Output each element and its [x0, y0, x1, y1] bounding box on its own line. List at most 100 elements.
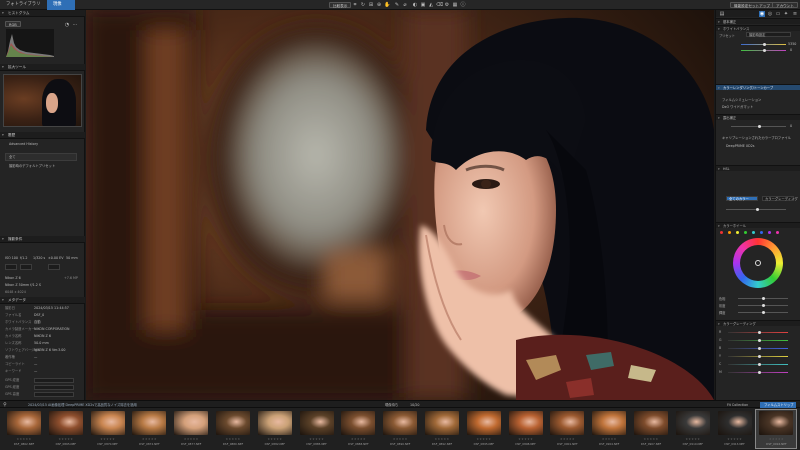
thumb-rating[interactable]: ★★★★★ [589, 437, 629, 441]
color-wheel[interactable] [733, 238, 783, 288]
history-item-all[interactable]: 全て [5, 153, 77, 161]
filmstrip-thumb[interactable]: ★★★★★ DSF_0901.NEF [547, 410, 587, 448]
hsl-mode-button[interactable]: 全てのカラー [726, 196, 758, 201]
temperature-slider[interactable] [741, 43, 786, 46]
tint-slider[interactable] [741, 49, 786, 52]
green-dot[interactable] [744, 231, 747, 234]
channel-slider[interactable] [728, 363, 788, 366]
deepprime-label[interactable]: DeepPRIME XD2s [726, 144, 755, 148]
purple-dot[interactable] [768, 231, 771, 234]
section-exposure[interactable]: 露出補正 [716, 114, 800, 121]
navigator-header[interactable]: 拡大ツール [0, 64, 85, 71]
filmstrip-thumb[interactable]: ★★★★★ DSF_0872.NEF [129, 410, 169, 448]
thumb-rating[interactable]: ★★★★★ [171, 437, 211, 441]
tab-develop[interactable]: 現像 [47, 0, 75, 10]
eyedropper-icon[interactable]: ⌀ [402, 2, 408, 8]
filmstrip-thumb[interactable]: ★★★★★ DSF_0880.NEF [213, 410, 253, 448]
fit-collection-label[interactable]: Fit Collection [727, 403, 748, 407]
color-tab-icon[interactable]: ◉ [759, 11, 765, 17]
thumb-rating[interactable]: ★★★★★ [756, 437, 796, 441]
tone-type[interactable]: フィルムシミュレーション [722, 98, 761, 102]
preset-setup-button[interactable]: 機能設定セットアップ [730, 2, 774, 8]
filmstrip-thumb[interactable]: ★★★★★ DSF_0862.NEF [4, 410, 44, 448]
grid-icon[interactable]: ▦ [452, 2, 458, 8]
hand-icon[interactable]: ✋ [384, 2, 390, 8]
info-icon[interactable]: ⓘ [460, 2, 466, 8]
profile-name[interactable]: DxO ワイドガマット [722, 105, 753, 109]
thumb-rating[interactable]: ★★★★★ [88, 437, 128, 441]
local-adjust-icon[interactable]: ◐ [412, 2, 418, 8]
channel-knob[interactable] [758, 339, 761, 342]
magenta-dot[interactable] [776, 231, 779, 234]
crop-icon[interactable]: ⌗ [352, 2, 358, 8]
channel-knob[interactable] [758, 363, 761, 366]
thumb-rating[interactable]: ★★★★★ [380, 437, 420, 441]
exif-header[interactable]: 撮影条件 [0, 236, 85, 243]
section-color-rendering[interactable]: カラーレンダリング/トーンカーブ [716, 84, 800, 91]
repair-icon[interactable]: ✎ [394, 2, 400, 8]
channel-knob[interactable] [758, 331, 761, 334]
straighten-icon[interactable]: ⊞ [368, 2, 374, 8]
wb-preset-select[interactable]: 撮影時設定 [746, 32, 791, 37]
settings-icon[interactable]: ⚙ [444, 2, 450, 8]
tint-knob[interactable] [763, 49, 766, 52]
compare-button[interactable]: 比較表示 [329, 2, 352, 8]
gps-field[interactable] [34, 378, 74, 383]
filmstrip-thumb[interactable]: ★★★★★ DSF_0904.NEF [589, 410, 629, 448]
thumb-rating[interactable]: ★★★★★ [297, 437, 337, 441]
hsl-slider-1[interactable] [726, 208, 786, 211]
thumb-rating[interactable]: ★★★★★ [506, 437, 546, 441]
history-item-default[interactable]: 撮影時のデフォルトプリセット [9, 164, 55, 168]
section-color-wheel[interactable]: カラーホイール [716, 222, 800, 229]
filmstrip-thumb[interactable]: ★★★★★ DSF_0870.NEF [88, 410, 128, 448]
section-white-balance[interactable]: ホワイトバランス [716, 25, 800, 32]
filmstrip-thumb[interactable]: ★★★★★ DSF_0898.NEF [506, 410, 546, 448]
history-header[interactable]: 履歴 [0, 132, 85, 139]
filmstrip-thumb[interactable]: ★★★★★ DSF_0888.NEF [338, 410, 378, 448]
section-hsl[interactable]: HSL [716, 165, 800, 172]
detail-tab-icon[interactable]: ◎ [767, 11, 773, 17]
zoom-icon[interactable]: ⊕ [376, 2, 382, 8]
section-color-grading[interactable]: カラーグレーディング [716, 320, 800, 327]
gps-field[interactable] [34, 392, 74, 397]
filmstrip-thumb[interactable]: ★★★★★ DSF_0907.NEF [631, 410, 671, 448]
tab-photo-library[interactable]: フォトライブラリ [0, 0, 47, 10]
gradient-icon[interactable]: ◭ [428, 2, 434, 8]
wheel-sat-knob[interactable] [762, 304, 765, 307]
gps-field[interactable] [34, 385, 74, 390]
panel-icon[interactable]: ▤ [719, 11, 725, 17]
thumb-rating[interactable]: ★★★★★ [422, 437, 462, 441]
thumb-rating[interactable]: ★★★★★ [547, 437, 587, 441]
main-image-viewer[interactable] [86, 10, 714, 400]
thumb-rating[interactable]: ★★★★★ [631, 437, 671, 441]
exposure-slider[interactable] [731, 125, 786, 128]
wheel-sat-slider[interactable] [738, 304, 788, 307]
basic-header[interactable]: 基本補正 [716, 18, 800, 25]
filmstrip-thumb[interactable]: ★★★★★ DSF_0890.NEF [380, 410, 420, 448]
navigator-preview[interactable] [3, 74, 82, 127]
wheel-handle[interactable] [755, 260, 761, 266]
wheel-hue-slider[interactable] [738, 297, 788, 300]
orange-dot[interactable] [728, 231, 731, 234]
filmstrip-thumb[interactable]: ★★★★★ DSF_0877.NEF [171, 410, 211, 448]
wheel-lum-knob[interactable] [762, 311, 765, 314]
exposure-knob[interactable] [758, 125, 761, 128]
thumb-rating[interactable]: ★★★★★ [338, 437, 378, 441]
metadata-header[interactable]: メタデータ [0, 297, 85, 304]
channel-slider[interactable] [728, 355, 788, 358]
filmstrip-thumb[interactable]: ★★★★★ DSF_0865.NEF [46, 410, 86, 448]
blue-dot[interactable] [760, 231, 763, 234]
filmstrip-thumb[interactable]: ★★★★★ DSF_0916.NEF [755, 409, 798, 449]
thumb-rating[interactable]: ★★★★★ [4, 437, 44, 441]
channel-knob[interactable] [758, 371, 761, 374]
channel-knob[interactable] [758, 347, 761, 350]
thumb-rating[interactable]: ★★★★★ [464, 437, 504, 441]
grading-mode-button[interactable]: カラーグレーディング [762, 196, 798, 201]
cyan-dot[interactable] [752, 231, 755, 234]
thumb-rating[interactable]: ★★★★★ [46, 437, 86, 441]
thumb-rating[interactable]: ★★★★★ [213, 437, 253, 441]
tint-value[interactable]: 0 [790, 48, 792, 52]
filmstrip-thumb[interactable]: ★★★★★ DSF_0910.NEF [673, 410, 713, 448]
menu-icon[interactable]: ≡ [792, 11, 798, 17]
geometry-tab-icon[interactable]: ▭ [775, 11, 781, 17]
